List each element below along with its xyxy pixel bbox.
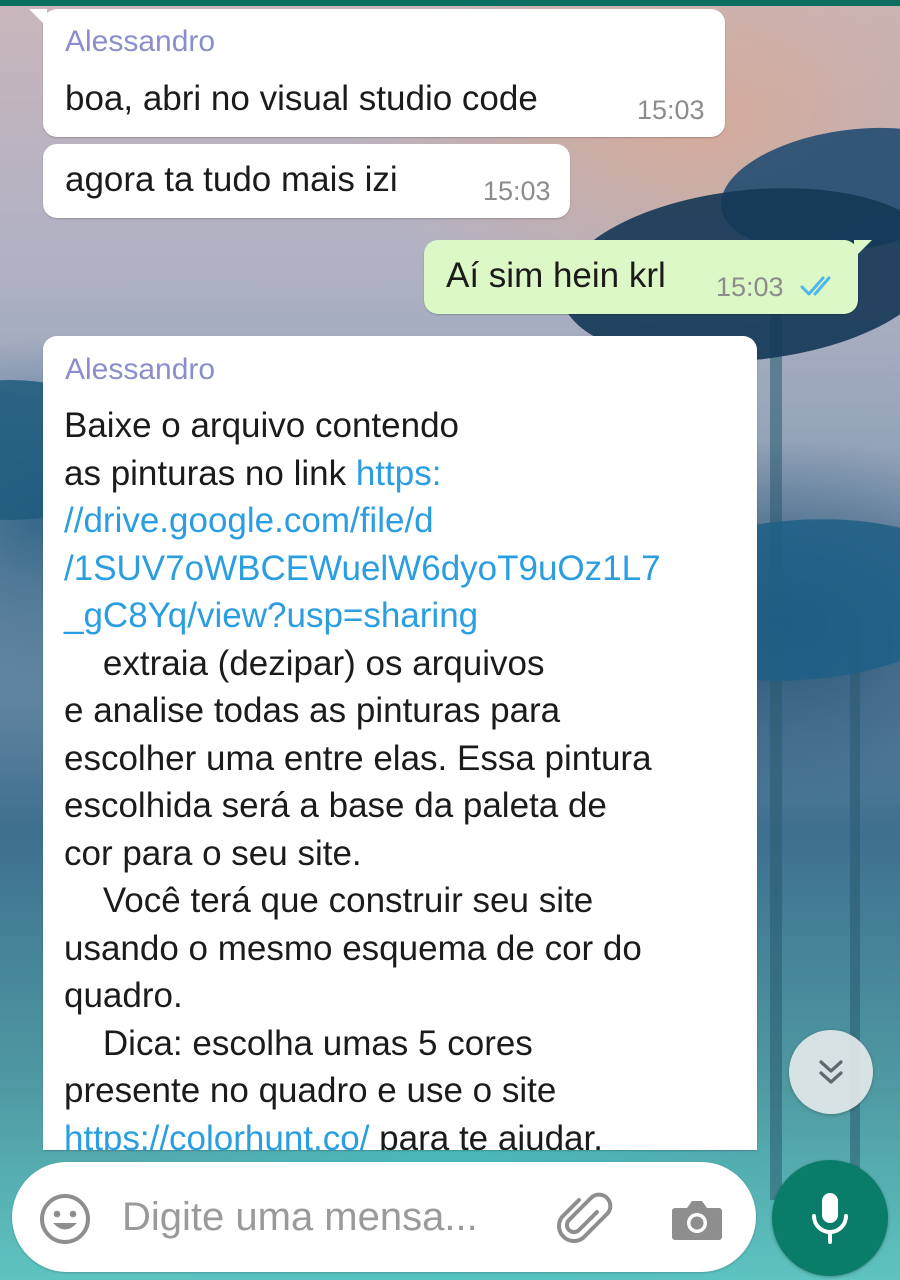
wallpaper-shape (770, 300, 782, 1200)
emoji-icon[interactable] (38, 1192, 92, 1246)
text-line: escolher uma entre elas. Essa pintura (64, 738, 652, 778)
drive-link[interactable]: https: (356, 454, 442, 493)
colorhunt-link[interactable]: https://colorhunt.co/ (64, 1119, 369, 1151)
voice-message-button[interactable] (772, 1160, 888, 1276)
message-text: Baixe o arquivo contendo as pinturas no … (64, 402, 744, 1150)
text-line: https://colorhunt.co/ para te ajudar. (64, 1115, 744, 1151)
text-line: e analise todas as pinturas para (64, 691, 561, 730)
drive-link[interactable]: _gC8Yq/view?usp=sharing (64, 592, 744, 640)
incoming-message[interactable]: Alessandro boa, abri no visual studio co… (29, 9, 725, 137)
text-line: as pinturas no link https: (64, 450, 744, 498)
text-line: Dica: escolha umas 5 cores (64, 1023, 533, 1063)
message-text: boa, abri no visual studio code (65, 79, 538, 118)
bubble-tail (854, 240, 872, 258)
text-line: Você terá que construir seu site (64, 881, 594, 920)
message-sender: Alessandro (65, 353, 216, 386)
text-line: extraia (dezipar) os arquivos (64, 643, 545, 683)
message-time: 15:03 (483, 176, 551, 206)
incoming-message[interactable]: agora ta tudo mais izi 15:03 (43, 144, 570, 218)
bubble-tail (43, 336, 47, 354)
incoming-message[interactable]: Alessandro Baixe o arquivo contendo as p… (43, 336, 757, 1150)
camera-icon[interactable] (667, 1190, 727, 1250)
message-input[interactable]: Digite uma mensa... (122, 1195, 478, 1240)
text-line: cor para o seu site. (64, 833, 362, 873)
message-text: agora ta tudo mais izi (65, 160, 398, 199)
message-sender: Alessandro (65, 25, 216, 58)
microphone-icon (812, 1193, 848, 1244)
drive-link[interactable]: /1SUV7oWBCEWuelW6dyoT9uOz1L7 (64, 545, 744, 593)
drive-link[interactable]: //drive.google.com/file/d (64, 497, 744, 545)
double-chevron-down-icon (819, 1060, 843, 1084)
text-segment: para te ajudar. (369, 1118, 603, 1151)
paperclip-icon[interactable] (557, 1190, 617, 1250)
text-line: usando o mesmo esquema de cor do (64, 928, 642, 968)
text-line: quadro. (64, 976, 183, 1015)
scroll-to-bottom-button[interactable] (789, 1030, 873, 1114)
message-time: 15:03 (716, 272, 784, 302)
text-line: presente no quadro e use o site (64, 1071, 557, 1110)
bubble-tail (29, 9, 47, 27)
message-text: Aí sim hein krl (446, 256, 666, 295)
outgoing-message[interactable]: Aí sim hein krl 15:03 (424, 240, 872, 314)
text-line: Baixe o arquivo contendo (64, 406, 459, 445)
read-receipt-icon (800, 276, 831, 296)
wallpaper-shape (850, 640, 860, 1240)
text-line: escolhida será a base da paleta de (64, 786, 607, 825)
message-time: 15:03 (637, 95, 705, 125)
top-app-bar-edge (0, 0, 900, 6)
text-segment: as pinturas no link (64, 453, 356, 493)
message-composer[interactable]: Digite uma mensa... (12, 1162, 756, 1272)
